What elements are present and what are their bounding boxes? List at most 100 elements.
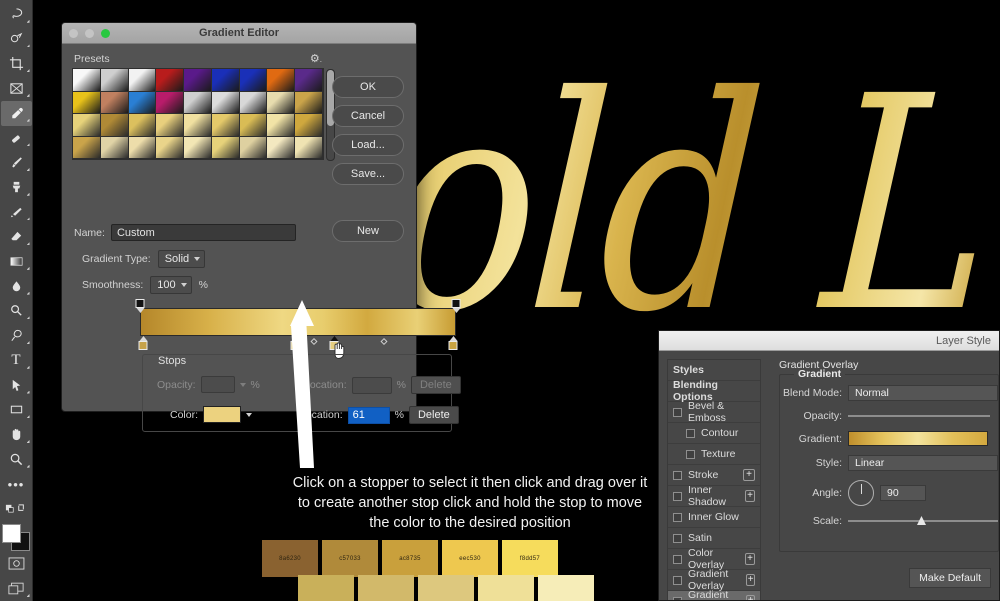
- location-input-opacity[interactable]: [351, 376, 392, 394]
- brush-tool[interactable]: [1, 150, 32, 175]
- make-default-button[interactable]: Make Default: [909, 568, 991, 588]
- preset-swatch[interactable]: [211, 136, 240, 159]
- frame-tool[interactable]: [1, 76, 32, 101]
- style-row-stroke[interactable]: Stroke +: [668, 465, 760, 486]
- style-row-inner-glow[interactable]: Inner Glow: [668, 507, 760, 528]
- opacity-slider[interactable]: [848, 415, 990, 417]
- preset-swatch[interactable]: [184, 136, 212, 159]
- preset-swatch[interactable]: [100, 91, 129, 114]
- preset-swatch[interactable]: [211, 91, 240, 114]
- gradient-editor-dialog[interactable]: Gradient Editor Presets ⚙. OK Cancel Loa…: [61, 22, 461, 432]
- preset-swatch[interactable]: [239, 136, 268, 159]
- gear-icon[interactable]: ⚙.: [310, 52, 322, 65]
- preset-swatch[interactable]: [267, 136, 296, 159]
- midpoint-marker[interactable]: [380, 337, 388, 346]
- name-input[interactable]: Custom: [110, 224, 296, 241]
- preset-swatch[interactable]: [295, 69, 323, 92]
- healing-brush-tool[interactable]: [1, 126, 32, 151]
- edit-toolbar-tool[interactable]: •••: [1, 472, 32, 497]
- checkbox[interactable]: [673, 554, 682, 564]
- quick-mask-icon[interactable]: [1, 552, 32, 577]
- style-row-color-overlay[interactable]: Color Overlay +: [668, 547, 760, 571]
- preset-swatch[interactable]: [184, 91, 212, 114]
- path-selection-tool[interactable]: [1, 373, 32, 398]
- zoom-tool[interactable]: [1, 447, 32, 472]
- style-row-contour[interactable]: Contour: [668, 423, 760, 444]
- lasso-tool[interactable]: [1, 2, 32, 27]
- checkbox[interactable]: [673, 575, 682, 585]
- preset-swatch[interactable]: [73, 91, 101, 114]
- tools-panel[interactable]: T •••: [0, 0, 33, 601]
- presets-grid[interactable]: [72, 68, 335, 161]
- preset-swatch[interactable]: [211, 69, 240, 92]
- color-swatch[interactable]: [358, 575, 414, 601]
- eyedropper-tool[interactable]: [0, 100, 32, 126]
- preset-swatch[interactable]: [156, 114, 185, 137]
- cancel-button[interactable]: Cancel: [332, 105, 404, 127]
- delete-color-stop-button[interactable]: Delete: [408, 406, 459, 424]
- rectangle-tool[interactable]: [1, 398, 32, 423]
- styles-list[interactable]: Styles Blending Options Bevel & Emboss Cont…: [667, 359, 761, 600]
- quick-selection-tool[interactable]: [1, 27, 32, 52]
- gradient-editor-titlebar[interactable]: Gradient Editor: [62, 23, 416, 44]
- style-row-styles[interactable]: Styles: [668, 360, 760, 381]
- layer-style-titlebar[interactable]: Layer Style: [659, 331, 999, 351]
- preset-swatch[interactable]: [73, 136, 101, 159]
- screen-mode-icon[interactable]: [1, 576, 32, 601]
- preset-swatch[interactable]: [128, 114, 157, 137]
- style-row-texture[interactable]: Texture: [668, 444, 760, 465]
- preset-swatch[interactable]: [239, 114, 268, 137]
- add-effect-icon[interactable]: +: [745, 553, 755, 565]
- opacity-stop[interactable]: [135, 299, 146, 313]
- crop-tool[interactable]: [1, 51, 32, 76]
- scale-slider-knob[interactable]: [917, 516, 926, 525]
- color-swatch[interactable]: [478, 575, 534, 601]
- color-swatch[interactable]: ac8735: [382, 540, 438, 577]
- eraser-tool[interactable]: [1, 224, 32, 249]
- preset-swatch[interactable]: [239, 91, 268, 114]
- preset-swatch[interactable]: [267, 91, 296, 114]
- preset-swatch[interactable]: [184, 69, 212, 92]
- smoothness-select[interactable]: 100: [150, 276, 192, 294]
- delete-opacity-stop-button[interactable]: Delete: [410, 376, 461, 394]
- default-colors-icon[interactable]: [1, 496, 32, 521]
- opacity-stop[interactable]: [451, 299, 462, 313]
- preset-swatch[interactable]: [267, 114, 296, 137]
- clone-stamp-tool[interactable]: [1, 175, 32, 200]
- add-effect-icon[interactable]: +: [746, 574, 755, 586]
- pen-tool[interactable]: [1, 323, 32, 348]
- preset-swatch[interactable]: [156, 136, 185, 159]
- location-input-color[interactable]: 61: [347, 406, 390, 424]
- preset-swatch[interactable]: [73, 69, 101, 92]
- preset-swatch[interactable]: [128, 136, 157, 159]
- checkbox[interactable]: [686, 428, 695, 438]
- color-swatch[interactable]: [298, 575, 354, 601]
- add-effect-icon[interactable]: +: [746, 595, 755, 600]
- hand-tool[interactable]: [1, 422, 32, 447]
- foreground-color-chip[interactable]: [2, 524, 21, 544]
- add-effect-icon[interactable]: +: [743, 469, 755, 481]
- checkbox[interactable]: [686, 449, 695, 459]
- preset-swatch[interactable]: [100, 69, 129, 92]
- style-row-bevel-emboss[interactable]: Bevel & Emboss: [668, 400, 760, 424]
- color-stop[interactable]: [448, 336, 459, 350]
- preset-swatch[interactable]: [128, 91, 157, 114]
- color-stop[interactable]: [138, 336, 149, 350]
- ok-button[interactable]: OK: [332, 76, 404, 98]
- angle-dial[interactable]: [848, 480, 874, 506]
- gradient-type-select[interactable]: Solid: [157, 250, 206, 268]
- style-row-satin[interactable]: Satin: [668, 528, 760, 549]
- checkbox[interactable]: [673, 491, 682, 501]
- preset-swatch[interactable]: [156, 91, 185, 114]
- save-button[interactable]: Save...: [332, 163, 404, 185]
- color-swatch-button[interactable]: [203, 406, 242, 423]
- color-swatch[interactable]: c57033: [322, 540, 378, 577]
- history-brush-tool[interactable]: [1, 200, 32, 225]
- blur-tool[interactable]: [1, 274, 32, 299]
- preset-swatch[interactable]: [73, 114, 101, 137]
- preset-swatch[interactable]: [295, 136, 323, 159]
- preset-swatch[interactable]: [211, 114, 240, 137]
- new-button[interactable]: New: [332, 220, 404, 242]
- preset-swatch[interactable]: [100, 114, 129, 137]
- color-swatch[interactable]: [418, 575, 474, 601]
